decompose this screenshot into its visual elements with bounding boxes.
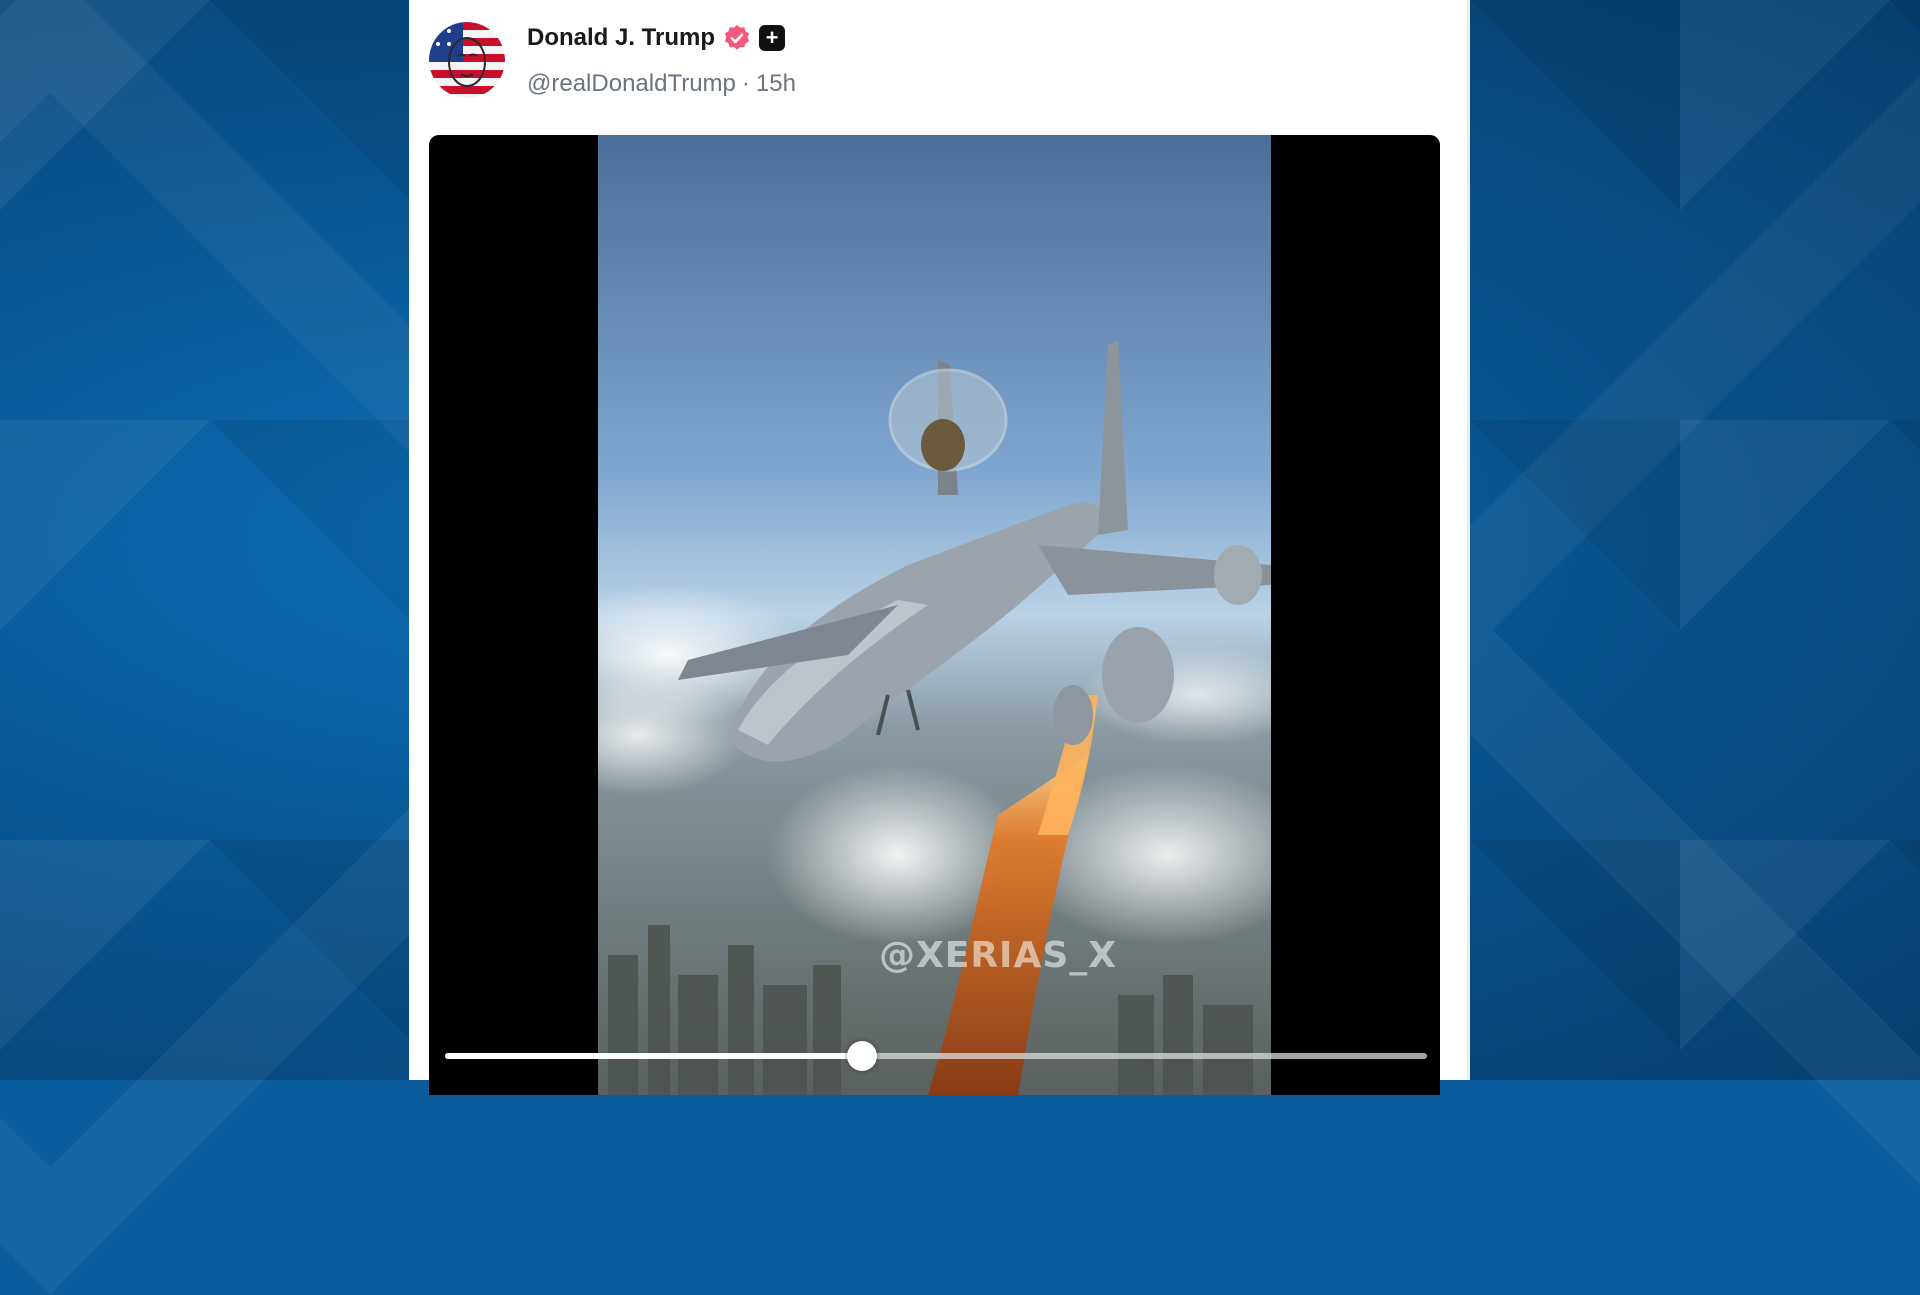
post-timestamp[interactable]: 15h	[756, 70, 796, 98]
author-name-row: Donald J. Trump +	[527, 24, 786, 52]
video-frame: @XERIAS_X	[598, 135, 1271, 1095]
author-avatar[interactable]	[429, 22, 505, 98]
meta-separator: ·	[741, 70, 750, 97]
video-player[interactable]: @XERIAS_X	[429, 135, 1440, 1095]
video-progress-bar[interactable]	[445, 1041, 1427, 1071]
author-meta-row: @realDonaldTrump · 15h	[527, 70, 796, 98]
post-card: Donald J. Trump + @realDonaldTrump · 15h	[409, 0, 1470, 1095]
verified-badge-icon	[723, 24, 751, 52]
avatar-image	[429, 22, 505, 98]
plus-square-icon: +	[759, 25, 786, 51]
author-handle[interactable]: @realDonaldTrump	[527, 70, 736, 98]
video-progress-fill	[445, 1053, 863, 1059]
video-watermark: @XERIAS_X	[878, 935, 1118, 976]
author-display-name[interactable]: Donald J. Trump	[527, 24, 715, 52]
